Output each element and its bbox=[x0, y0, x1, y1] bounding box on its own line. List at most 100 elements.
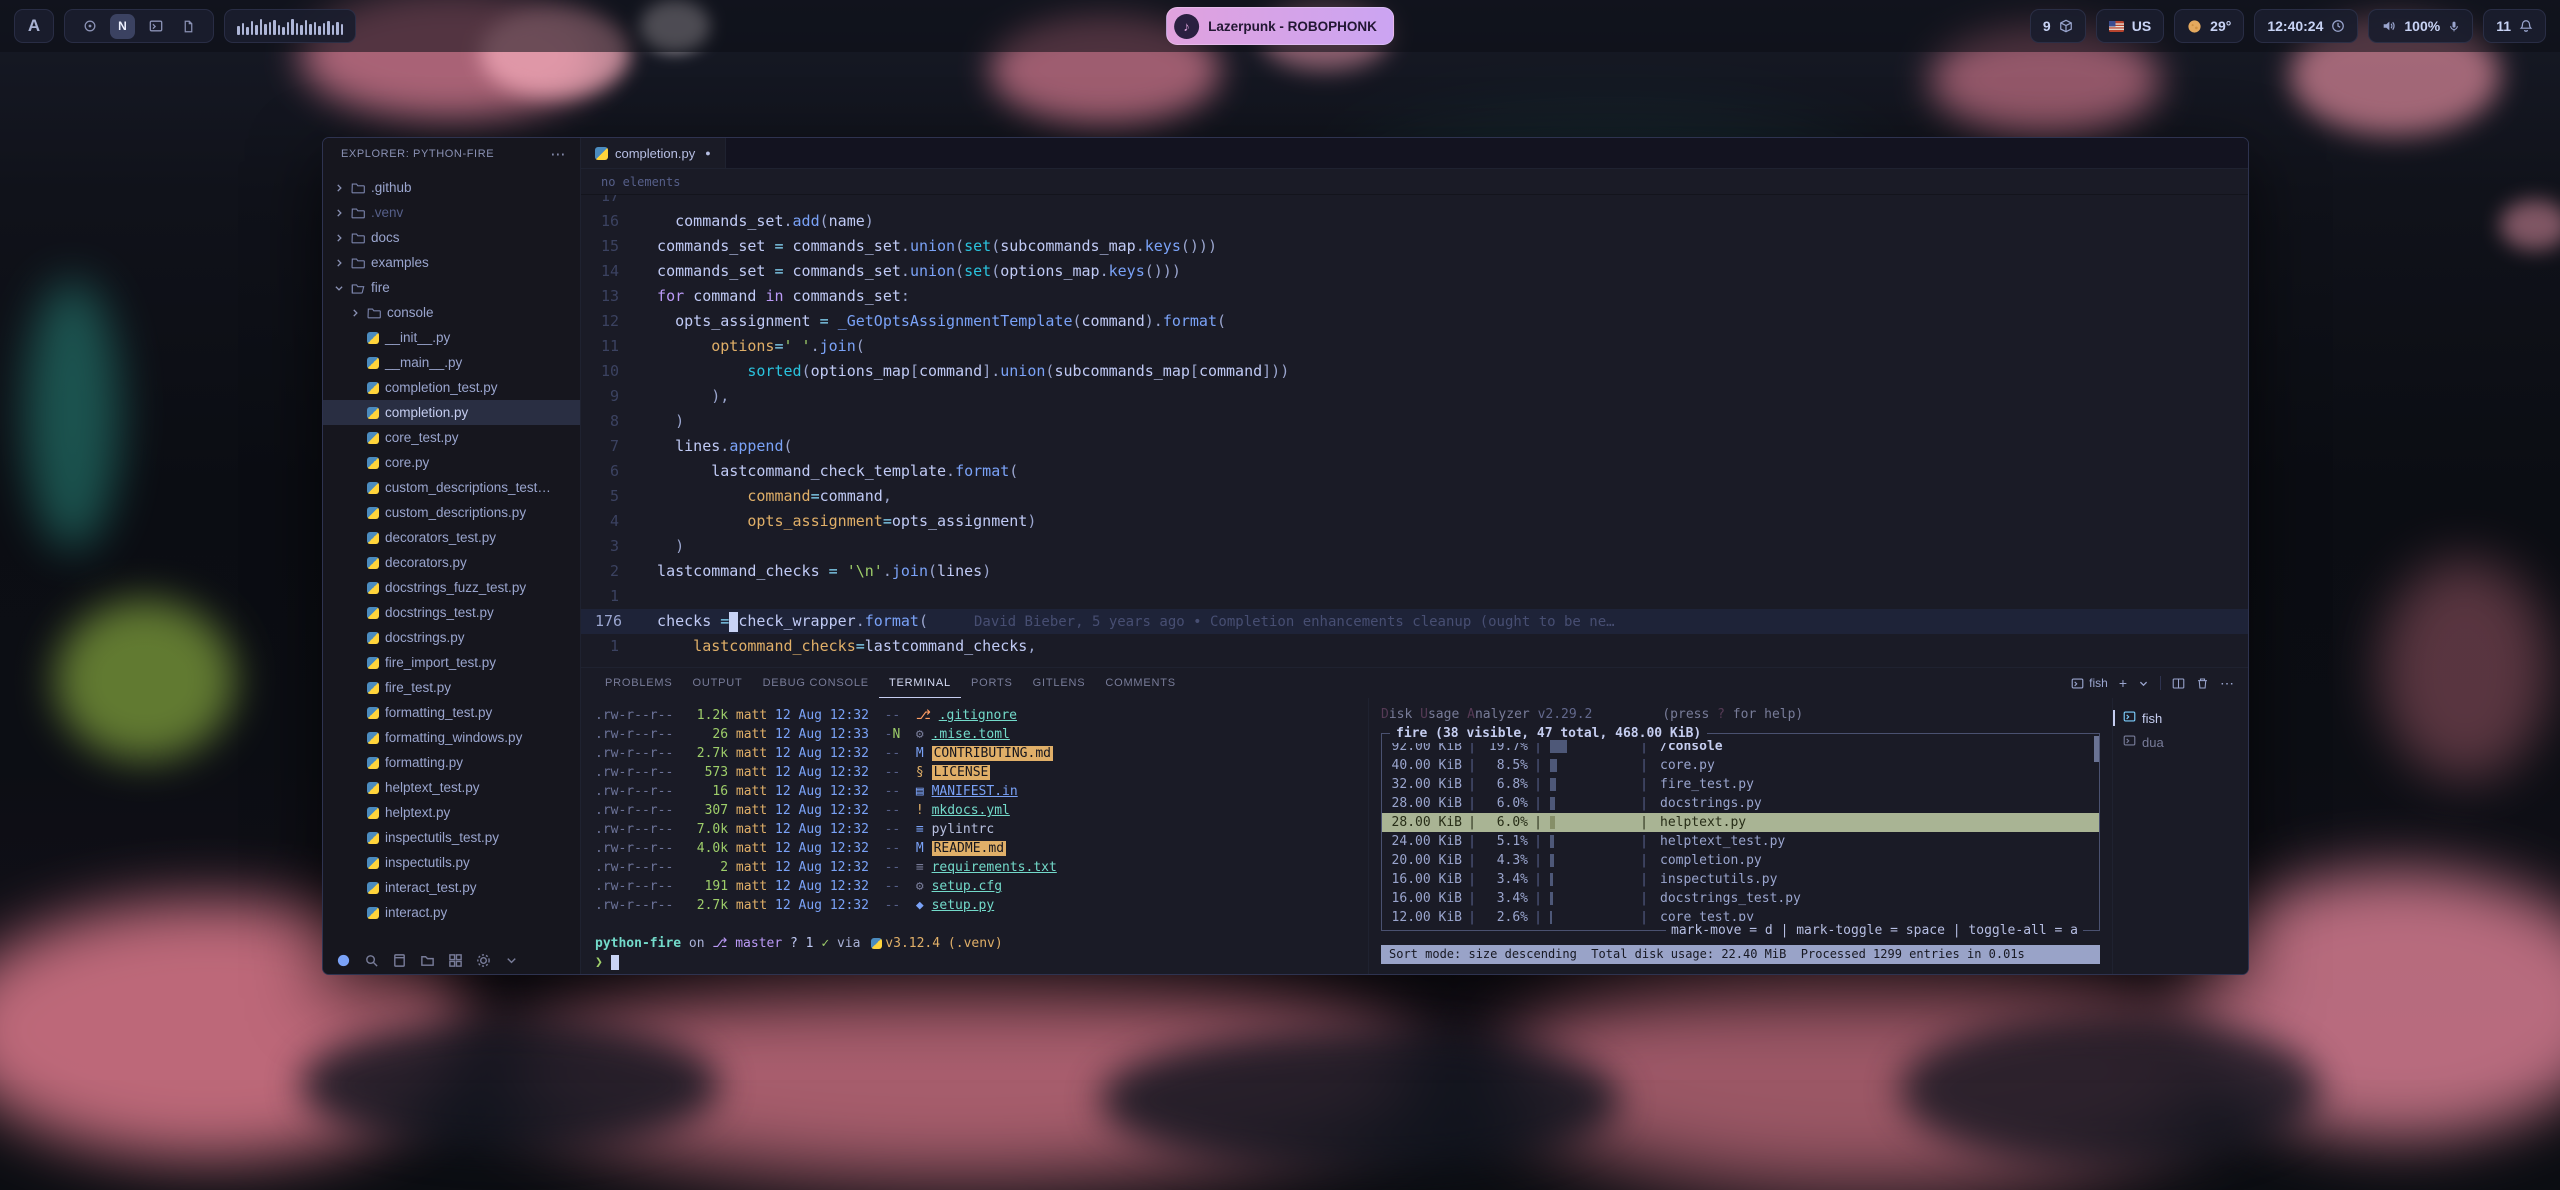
tree-item-fire[interactable]: fire bbox=[323, 275, 580, 300]
tree-item-inspectutils-py[interactable]: inspectutils.py bbox=[323, 850, 580, 875]
chevron-down-icon bbox=[333, 283, 345, 293]
terminal-dua[interactable]: Disk Usage Analyzer v2.29.2(press ? for … bbox=[1368, 698, 2112, 974]
graph-bar bbox=[296, 23, 299, 35]
tree-item-interact-py[interactable]: interact.py bbox=[323, 900, 580, 925]
tree-item-docs[interactable]: docs bbox=[323, 225, 580, 250]
panel-tab-problems[interactable]: PROBLEMS bbox=[595, 668, 683, 698]
tree-item-formatting-windows-py[interactable]: formatting_windows.py bbox=[323, 725, 580, 750]
kill-terminal-button[interactable] bbox=[2196, 677, 2209, 690]
tree-item-fire-test-py[interactable]: fire_test.py bbox=[323, 675, 580, 700]
dua-bar bbox=[1548, 756, 1634, 775]
text-cursor bbox=[611, 955, 619, 970]
grid-icon[interactable] bbox=[447, 952, 464, 969]
file-row-col: -- bbox=[885, 746, 908, 761]
terminal-profile-button[interactable]: fish bbox=[2071, 676, 2108, 690]
tree-item-core-py[interactable]: core.py bbox=[323, 450, 580, 475]
line-number: 4 bbox=[581, 509, 639, 534]
panel-more-actions-icon[interactable]: ⋯ bbox=[2220, 675, 2234, 692]
terminal-dropdown-icon[interactable] bbox=[2138, 678, 2149, 689]
actions-divider bbox=[2160, 676, 2161, 690]
tree-item-helptext-test-py[interactable]: helptext_test.py bbox=[323, 775, 580, 800]
updates-widget[interactable]: 9 bbox=[2030, 9, 2086, 43]
gear-icon[interactable] bbox=[475, 952, 492, 969]
file-row-col: matt bbox=[736, 860, 775, 875]
book-icon[interactable] bbox=[391, 952, 408, 969]
folder-icon[interactable] bbox=[419, 952, 436, 969]
code-line: 17 """ bbox=[581, 195, 2248, 209]
panel-tab-output[interactable]: OUTPUT bbox=[683, 668, 753, 698]
app-launcher-button[interactable]: A bbox=[14, 9, 54, 43]
workspace-2[interactable]: N bbox=[110, 14, 135, 39]
panel-tab-ports[interactable]: PORTS bbox=[961, 668, 1023, 698]
panel-tab-comments[interactable]: COMMENTS bbox=[1095, 668, 1186, 698]
volume-widget[interactable]: 100% bbox=[2368, 9, 2473, 43]
tree-item-completion-test-py[interactable]: completion_test.py bbox=[323, 375, 580, 400]
explorer-more-actions-icon[interactable]: ⋯ bbox=[550, 145, 566, 163]
weather-widget[interactable]: 29° bbox=[2174, 9, 2244, 43]
tree-item-formatting-test-py[interactable]: formatting_test.py bbox=[323, 700, 580, 725]
clock-label: 12:40:24 bbox=[2267, 18, 2323, 34]
tree-item-core-test-py[interactable]: core_test.py bbox=[323, 425, 580, 450]
workspace-3[interactable] bbox=[143, 14, 168, 39]
clock-widget[interactable]: 12:40:24 bbox=[2254, 9, 2358, 43]
list-icon: ≡ bbox=[908, 860, 931, 875]
workspace-1[interactable] bbox=[77, 14, 102, 39]
tree-item-fire-import-test-py[interactable]: fire_import_test.py bbox=[323, 650, 580, 675]
panel-tab-debug-console[interactable]: DEBUG CONSOLE bbox=[753, 668, 879, 698]
tree-item-label: fire_import_test.py bbox=[385, 655, 496, 670]
tree-item-init-py[interactable]: __init__.py bbox=[323, 325, 580, 350]
breadcrumb[interactable]: no elements bbox=[581, 169, 2248, 195]
keyboard-layout-widget[interactable]: US bbox=[2096, 9, 2164, 43]
chevron-down-icon[interactable] bbox=[503, 952, 520, 969]
tree-item-docstrings-py[interactable]: docstrings.py bbox=[323, 625, 580, 650]
tree-item-main-py[interactable]: __main__.py bbox=[323, 350, 580, 375]
tree-item-docstrings-fuzz-test-py[interactable]: docstrings_fuzz_test.py bbox=[323, 575, 580, 600]
dua-percent: 6.8% bbox=[1482, 775, 1528, 794]
shell-prompt-input[interactable]: ❯ bbox=[595, 953, 1368, 972]
file-row-col: matt bbox=[736, 746, 775, 761]
tree-item-custom-descriptions-py[interactable]: custom_descriptions.py bbox=[323, 500, 580, 525]
python-icon bbox=[367, 607, 379, 619]
dua-bar bbox=[1548, 908, 1634, 927]
system-graph-widget[interactable] bbox=[224, 9, 356, 43]
python-icon bbox=[367, 757, 379, 769]
tree-item-decorators-py[interactable]: decorators.py bbox=[323, 550, 580, 575]
dua-marks-help: mark-move = d | mark-toggle = space | to… bbox=[1666, 921, 2083, 940]
tree-item-interact-test-py[interactable]: interact_test.py bbox=[323, 875, 580, 900]
dua-percent: 6.0% bbox=[1482, 794, 1528, 813]
tree-item-venv[interactable]: .venv bbox=[323, 200, 580, 225]
tree-item-helptext-py[interactable]: helptext.py bbox=[323, 800, 580, 825]
code-line: 3 ) bbox=[581, 534, 2248, 559]
file-row-col: 12 Aug 12:32 bbox=[775, 879, 885, 894]
code-editor[interactable]: 17 """16 commands_set.add(name)15 comman… bbox=[581, 195, 2248, 667]
notifications-widget[interactable]: 11 bbox=[2483, 9, 2546, 43]
tree-item-github[interactable]: .github bbox=[323, 175, 580, 200]
tree-item-label: interact_test.py bbox=[385, 880, 477, 895]
new-terminal-button[interactable]: + bbox=[2119, 675, 2127, 691]
tree-item-examples[interactable]: examples bbox=[323, 250, 580, 275]
tree-item-docstrings-test-py[interactable]: docstrings_test.py bbox=[323, 600, 580, 625]
dua-row: 28.00 KiB|6.0%||helptext.py bbox=[1382, 813, 2099, 832]
media-player-widget[interactable]: ♪ Lazerpunk - ROBOPHONK bbox=[1166, 7, 1394, 45]
search-icon[interactable] bbox=[363, 952, 380, 969]
workspace-4[interactable] bbox=[176, 14, 201, 39]
python-icon bbox=[367, 682, 379, 694]
tree-item-inspectutils-test-py[interactable]: inspectutils_test.py bbox=[323, 825, 580, 850]
tree-item-console[interactable]: console bbox=[323, 300, 580, 325]
panel-tab-terminal[interactable]: TERMINAL bbox=[879, 668, 961, 698]
code-text: lastcommand_checks=lastcommand_checks, bbox=[639, 634, 1036, 659]
tab-completion-py[interactable]: completion.py ● bbox=[581, 138, 726, 168]
terminal-fish[interactable]: .rw-r--r-- 1.2k matt 12 Aug 12:32 -- ⎇ .… bbox=[581, 698, 1368, 974]
dua-file-list: fire (38 visible, 47 total, 468.00 KiB) … bbox=[1381, 733, 2100, 931]
python-icon bbox=[367, 732, 379, 744]
circle-accent-icon[interactable] bbox=[335, 952, 352, 969]
panel-tab-gitlens[interactable]: GITLENS bbox=[1023, 668, 1096, 698]
terminal-session-fish[interactable]: fish bbox=[2113, 706, 2248, 730]
tree-item-custom-descriptions-test[interactable]: custom_descriptions_test… bbox=[323, 475, 580, 500]
tree-item-completion-py[interactable]: completion.py bbox=[323, 400, 580, 425]
tree-item-decorators-test-py[interactable]: decorators_test.py bbox=[323, 525, 580, 550]
tree-item-label: completion.py bbox=[385, 405, 468, 420]
tree-item-formatting-py[interactable]: formatting.py bbox=[323, 750, 580, 775]
split-terminal-button[interactable] bbox=[2172, 677, 2185, 690]
terminal-session-dua[interactable]: dua bbox=[2113, 730, 2248, 754]
